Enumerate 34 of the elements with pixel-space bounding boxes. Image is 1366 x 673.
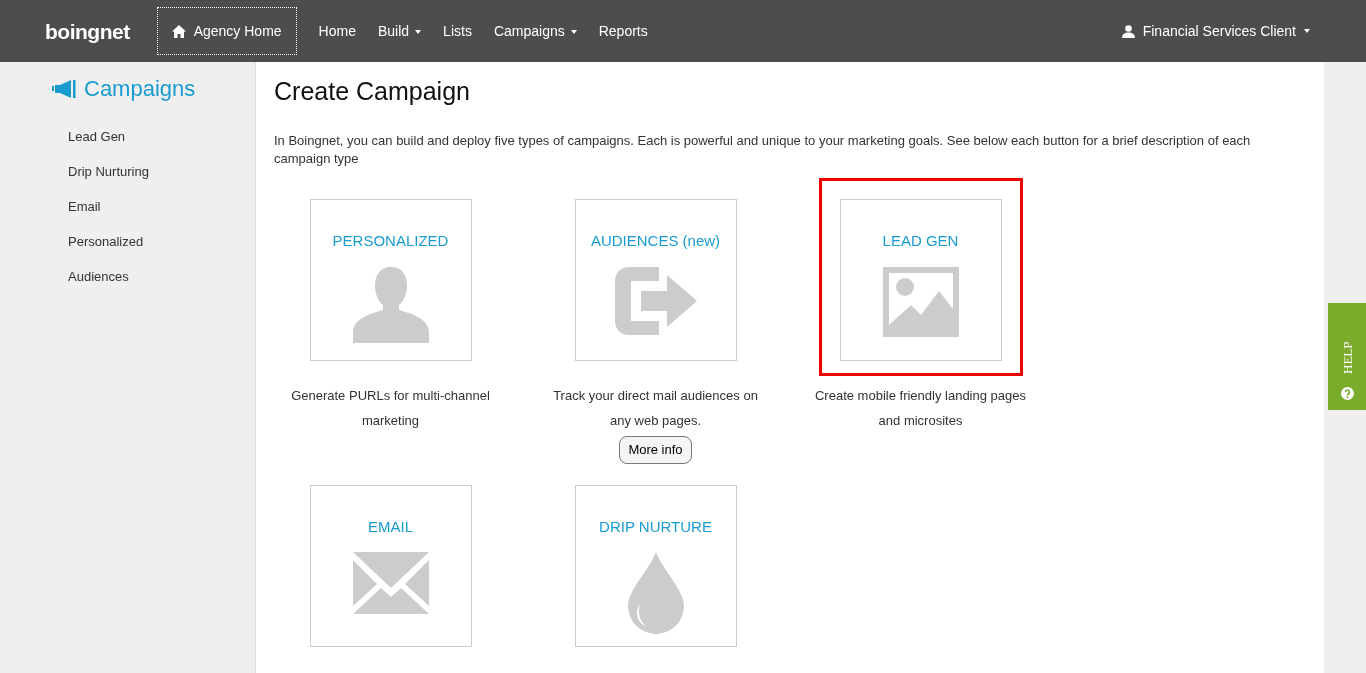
logo[interactable]: boingnet bbox=[45, 20, 130, 42]
user-menu[interactable]: Financial Services Client bbox=[1110, 20, 1321, 42]
tile-title: DRIP NURTURE bbox=[599, 516, 712, 537]
user-icon bbox=[1121, 24, 1135, 38]
nav-link[interactable]: Reports bbox=[587, 20, 659, 42]
home-icon bbox=[171, 24, 186, 38]
campaign-description: Track your direct mail audiences on any web pages. bbox=[552, 387, 759, 430]
page-title: Create Campaign bbox=[274, 76, 471, 106]
sidebar-item[interactable]: Audiences bbox=[68, 268, 255, 303]
tile-title: EMAIL bbox=[368, 516, 413, 537]
person-icon bbox=[352, 266, 429, 343]
sidebar-item[interactable]: Email bbox=[68, 198, 255, 233]
campaign-description: Create mobile friendly landing pages and microsites bbox=[814, 387, 1027, 430]
campaign-description: Generate PURLs for multi-channel marketing bbox=[290, 387, 491, 430]
nav-link[interactable]: Home bbox=[307, 20, 367, 42]
sidebar-item[interactable]: Drip Nurturing bbox=[68, 163, 255, 198]
megaphone-icon bbox=[52, 79, 76, 98]
agency-home-button[interactable]: Agency Home bbox=[156, 7, 297, 55]
exit-arrow-icon bbox=[614, 266, 697, 335]
tile-title: PERSONALIZED bbox=[332, 231, 449, 251]
nav-link[interactable]: Campaigns bbox=[482, 20, 588, 42]
sidebar-title: Campaigns bbox=[84, 75, 196, 103]
image-icon bbox=[882, 266, 959, 337]
sidebar-item[interactable]: Lead Gen bbox=[68, 128, 255, 163]
more-info-button[interactable]: More info bbox=[619, 436, 692, 464]
nav-link[interactable]: Lists bbox=[432, 20, 483, 42]
tile-title: LEAD GEN bbox=[882, 231, 959, 251]
question-icon bbox=[1340, 387, 1354, 400]
tile-title: AUDIENCES (new) bbox=[590, 231, 721, 251]
nav-link[interactable]: Build bbox=[366, 20, 433, 42]
envelope-icon bbox=[352, 552, 429, 614]
drop-icon bbox=[627, 552, 684, 634]
sidebar-item[interactable]: Personalized bbox=[68, 233, 255, 268]
intro-text: In Boingnet, you can build and deploy five types of campaigns. Each is powerful and unique to your marketing goals. See below each button for a brief description of each campaign type bbox=[274, 132, 1252, 168]
